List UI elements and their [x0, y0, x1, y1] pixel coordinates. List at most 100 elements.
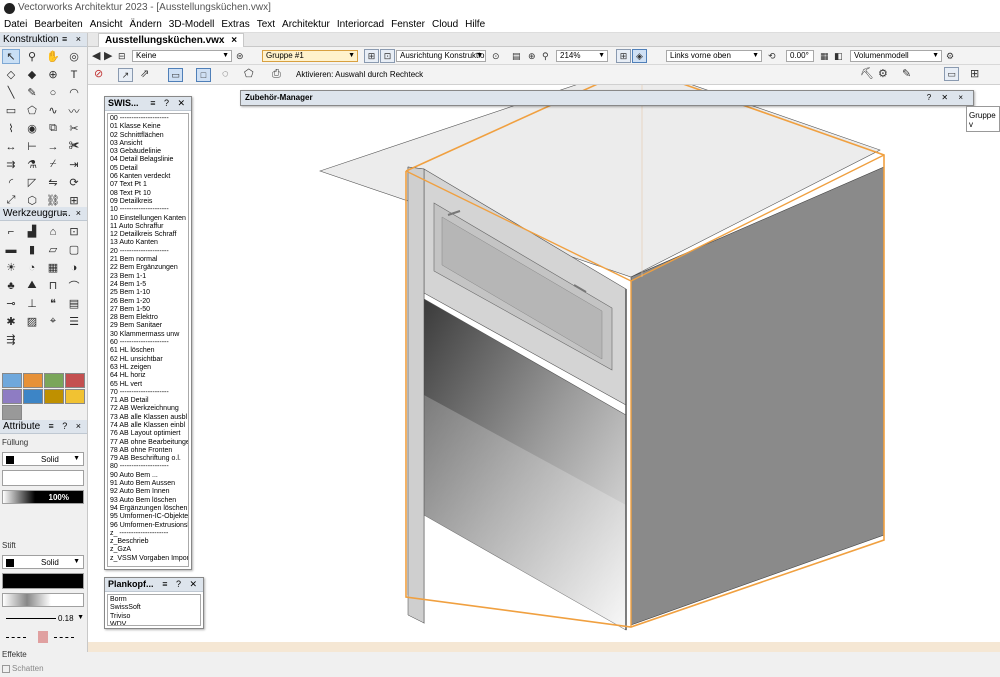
freehand-icon[interactable]: 〰	[65, 103, 83, 118]
diamond-3d-icon[interactable]: ◆	[23, 67, 41, 82]
toolset-button-icon[interactable]	[2, 405, 22, 420]
polygon-icon[interactable]: ⬠	[23, 103, 41, 118]
trim-icon[interactable]: ✂	[65, 121, 83, 136]
line-style-controls[interactable]	[2, 631, 84, 645]
pen-opacity-slider[interactable]: 100%	[2, 593, 84, 607]
swiss-class-item[interactable]: 13 Auto Kanten	[110, 239, 186, 247]
swiss-class-item[interactable]: 64 HL horiz	[110, 372, 186, 380]
class-dropdown[interactable]: Keine ▼	[132, 50, 232, 62]
swiss-palette-header[interactable]: SWIS... ≡ ? ✕	[105, 97, 191, 111]
viewport-icon[interactable]: ▭	[944, 67, 959, 81]
swiss-class-item[interactable]: 01 Klasse Keine	[110, 123, 186, 131]
swiss-class-item[interactable]: 65 HL vert	[110, 381, 186, 389]
swiss-class-item[interactable]: 21 Bem normal	[110, 256, 186, 264]
arc-icon[interactable]: ◠	[65, 85, 83, 100]
palette-controls-icon[interactable]: ≡ ? ✕	[150, 98, 188, 109]
hatch-icon[interactable]: ▨	[23, 314, 41, 329]
document-tab[interactable]: Ausstellungsküchen.vwx ×	[98, 33, 245, 47]
line-end-icon[interactable]	[54, 637, 74, 638]
swiss-class-item[interactable]: 63 HL zeigen	[110, 364, 186, 372]
lasso-select-icon[interactable]: ◌	[222, 68, 229, 80]
view-cube-icon[interactable]: ◈	[632, 49, 647, 63]
swiss-class-item[interactable]: 72 AB Werkzeichnung	[110, 405, 186, 413]
arrow-right-icon[interactable]: →	[44, 139, 62, 154]
swiss-class-item[interactable]: 00 ---------------------	[110, 115, 186, 123]
swiss-class-item[interactable]: 93 Auto Bem löschen	[110, 497, 186, 505]
swiss-class-item[interactable]: 30 Klammermass unw	[110, 331, 186, 339]
swiss-class-item[interactable]: 07 Text Pt 1	[110, 181, 186, 189]
elevation-icon[interactable]: ⊥	[23, 296, 41, 311]
menu-item-9[interactable]: Fenster	[387, 17, 428, 30]
swiss-class-item[interactable]: 91 Auto Bem Aussen	[110, 480, 186, 488]
zubehoer-manager-palette[interactable]: Zubehör-Manager ? ✕ ×	[240, 90, 974, 106]
printer-settings-icon[interactable]: ⎙	[272, 68, 281, 80]
schedule-icon[interactable]: ☰	[65, 314, 83, 329]
measure-icon[interactable]: ⊢	[23, 139, 41, 154]
zoom-icon[interactable]: ⚲	[542, 50, 549, 62]
eyedropper-icon[interactable]: ⚗	[23, 157, 41, 172]
flyover-icon[interactable]: ◎	[65, 49, 83, 64]
construction-plane-dropdown[interactable]: Ausrichtung Konstruktio... ▼	[396, 50, 486, 62]
attach-icon[interactable]: ⛓	[44, 193, 62, 208]
plankopf-item[interactable]: Borm	[110, 596, 198, 604]
line-icon[interactable]: ╲	[2, 85, 20, 100]
swiss-class-item[interactable]: 77 AB ohne Bearbeitungen	[110, 439, 188, 447]
toolset-button-icon[interactable]	[44, 389, 64, 404]
label-icon[interactable]: ⇶	[2, 332, 20, 347]
swiss-class-item[interactable]: 09 Detailkreis	[110, 198, 186, 206]
fill-mode-dropdown[interactable]: Solid ▼	[2, 452, 84, 466]
render-mode-dropdown[interactable]: Volumenmodell ▼	[850, 50, 942, 62]
duplicate-icon[interactable]: ⧉	[44, 121, 62, 136]
toolset-button-icon[interactable]	[2, 373, 22, 388]
menu-item-8[interactable]: Interiorcad	[333, 17, 387, 30]
swiss-class-item[interactable]: 90 Auto Bem ...	[110, 472, 186, 480]
swiss-class-item[interactable]: 05 Detail	[110, 165, 186, 173]
swiss-class-item[interactable]: 74 AB alle Klassen einbl	[110, 422, 186, 430]
dimension-icon[interactable]: ↔	[2, 139, 20, 154]
toolset-button-icon[interactable]	[23, 373, 43, 388]
offset-icon[interactable]: ⇉	[2, 157, 20, 172]
swiss-class-item[interactable]: 28 Bem Elektro	[110, 314, 186, 322]
swiss-class-item[interactable]: 04 Detail Belagslinie	[110, 156, 186, 164]
layer-dropdown[interactable]: Gruppe #1 ▼	[262, 50, 358, 62]
title-block-icon[interactable]: ▤	[65, 296, 83, 311]
menu-item-1[interactable]: Bearbeiten	[30, 17, 85, 30]
swiss-class-item[interactable]: 11 Auto Schraffur	[110, 223, 186, 231]
marker-icon[interactable]	[38, 631, 48, 643]
swiss-class-item[interactable]: 24 Bem 1-5	[110, 281, 186, 289]
palette-controls-icon[interactable]: ? ✕ ×	[927, 93, 967, 102]
roof-icon[interactable]: ⌂	[44, 224, 62, 239]
pen-color-swatch[interactable]	[2, 573, 84, 589]
pen-mode-dropdown[interactable]: Solid ▼	[2, 555, 84, 569]
wall-icon[interactable]: ▬	[2, 242, 20, 257]
zoom-magnify-icon[interactable]: ⚲	[23, 49, 41, 64]
grid-snap-icon[interactable]: ⊞	[970, 68, 979, 80]
select-mode-3-icon[interactable]: ▭	[168, 68, 183, 82]
chamfer-icon[interactable]: ◸	[23, 175, 41, 190]
palette-header-konstruktion[interactable]: Konstruktion ≡ ×	[0, 33, 87, 47]
menu-item-10[interactable]: Cloud	[428, 17, 461, 30]
polyline-icon[interactable]: ⌇	[2, 121, 20, 136]
swiss-class-item[interactable]: 95 Umformen-IC-Objekte	[110, 513, 188, 521]
swiss-class-item[interactable]: 22 Bem Ergänzungen	[110, 264, 186, 272]
layer-options-icon[interactable]: ⊞	[364, 49, 379, 63]
angle-field[interactable]: 0.00°	[786, 50, 814, 62]
cut-icon[interactable]: ✀	[65, 139, 83, 154]
toolset-button-icon[interactable]	[65, 373, 85, 388]
drawing-area[interactable]	[88, 85, 1000, 642]
extend-icon[interactable]: ⇥	[65, 157, 83, 172]
camera-icon[interactable]: ◔	[23, 260, 41, 275]
menu-item-3[interactable]: Ändern	[126, 17, 165, 30]
snap-tools-icon[interactable]: ⛏	[860, 68, 874, 80]
fillet-icon[interactable]: ◜	[2, 175, 20, 190]
swiss-class-item[interactable]: 70 ---------------------	[110, 389, 186, 397]
shadow-checkbox[interactable]	[2, 665, 10, 673]
column-icon[interactable]: ▮	[23, 242, 41, 257]
swiss-class-item[interactable]: 25 Bem 1-10	[110, 289, 186, 297]
page-icon[interactable]: ▤	[512, 50, 521, 62]
swiss-class-item[interactable]: 12 Detailkreis Schraff	[110, 231, 186, 239]
swiss-class-item[interactable]: 10 ---------------------	[110, 206, 186, 214]
swiss-class-item[interactable]: z_Beschrieb	[110, 538, 186, 546]
swiss-class-item[interactable]: 26 Bem 1-20	[110, 298, 186, 306]
texture-icon[interactable]: ▦	[44, 260, 62, 275]
